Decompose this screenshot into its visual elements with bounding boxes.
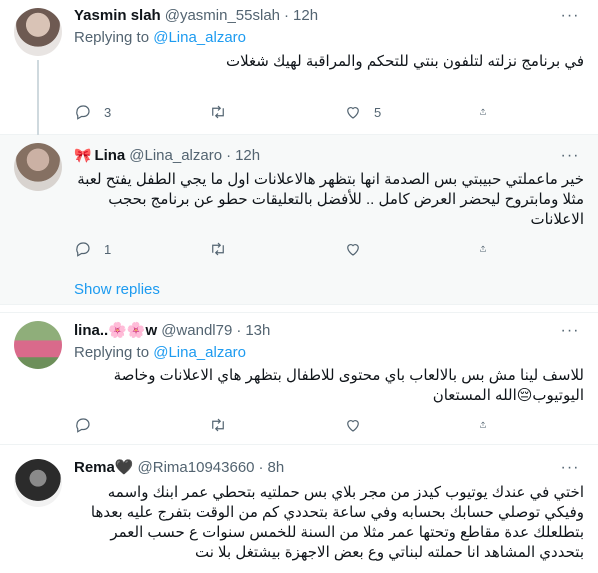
share-button[interactable] [479, 103, 499, 121]
like-count: 5 [374, 104, 382, 120]
share-button[interactable] [479, 240, 499, 258]
replying-prefix: Replying to [74, 29, 150, 46]
retweet-icon [212, 105, 224, 119]
retweet-button[interactable] [209, 240, 344, 258]
display-name[interactable]: Yasmin slah [74, 7, 161, 24]
tweet-header: Rema🖤 @Rima10943660 · 8h [74, 457, 284, 477]
tweet-yasmin[interactable]: Yasmin slah @yasmin_55slah · 12h ··· Rep… [0, 0, 598, 135]
like-button[interactable]: 5 [344, 103, 479, 121]
tweet-actions: 1 [74, 239, 504, 259]
retweet-icon [212, 418, 224, 432]
reply-icon [76, 105, 90, 120]
display-name[interactable]: Rema🖤 [74, 458, 134, 476]
share-icon [480, 108, 486, 115]
user-handle[interactable]: @yasmin_55slah [165, 7, 280, 24]
like-button[interactable] [344, 240, 479, 258]
mention-link[interactable]: @Lina_alzaro [153, 29, 246, 46]
more-icon[interactable]: ··· [560, 323, 580, 345]
like-button[interactable] [344, 416, 479, 434]
show-replies-link[interactable]: Show replies [74, 280, 160, 300]
retweet-button[interactable] [209, 103, 344, 121]
reply-icon [76, 242, 90, 257]
reply-button[interactable]: 3 [74, 103, 209, 121]
avatar-rema[interactable] [14, 459, 62, 507]
display-name[interactable]: Lina [94, 147, 125, 164]
timestamp[interactable]: 8h [268, 459, 285, 476]
tweet-text: للاسف لينا مش بس بالالعاب باي محتوى للاط… [113, 367, 584, 404]
user-handle[interactable]: @Rima10943660 [138, 459, 255, 476]
tweet-text: خير ماعملتي حبيبتي بس الصدمة انها بتظهر … [77, 171, 584, 228]
user-handle[interactable]: @wandl79 [161, 322, 232, 339]
reply-icon [76, 418, 90, 433]
mention-link[interactable]: @Lina_alzaro [153, 344, 246, 361]
like-icon [347, 244, 359, 256]
separator-dot: · [226, 146, 232, 164]
tweet-actions: 3 5 [74, 102, 504, 122]
tweet-header: lina..🌸🌸w @wandl79 · 13h [74, 320, 270, 340]
tweet-rema[interactable]: Rema🖤 @Rima10943660 · 8h ··· اختي في عند… [0, 445, 598, 573]
like-icon [347, 107, 359, 119]
more-icon[interactable]: ··· [560, 148, 580, 170]
more-icon[interactable]: ··· [560, 8, 580, 30]
reply-button[interactable]: 1 [74, 240, 209, 258]
tweet-text: اختي في عندك يوتيوب كيدز من مجر بلاي بس … [90, 484, 584, 561]
replying-prefix: Replying to [74, 344, 150, 361]
like-icon [347, 420, 359, 432]
share-icon [480, 421, 486, 428]
share-icon [480, 245, 486, 252]
separator-dot: · [284, 6, 290, 24]
separator-dot: · [258, 458, 264, 476]
retweet-button[interactable] [209, 416, 344, 434]
replying-to: Replying to @Lina_alzaro [74, 28, 246, 48]
user-handle[interactable]: @Lina_alzaro [129, 147, 222, 164]
timestamp[interactable]: 13h [245, 322, 270, 339]
more-icon[interactable]: ··· [560, 460, 580, 482]
retweet-icon [212, 242, 224, 256]
timestamp[interactable]: 12h [235, 147, 260, 164]
avatar-lina[interactable] [14, 143, 62, 191]
reply-button[interactable] [74, 416, 209, 434]
bow-badge: 🎀 [74, 146, 92, 163]
separator-dot: · [236, 321, 242, 339]
timestamp[interactable]: 12h [293, 7, 318, 24]
reply-count: 1 [104, 241, 112, 257]
share-button[interactable] [479, 416, 499, 434]
thread-line [37, 60, 39, 135]
tweet-header: 🎀 Lina @Lina_alzaro · 12h [74, 145, 260, 165]
avatar-wandl[interactable] [14, 321, 62, 369]
reply-count: 3 [104, 104, 112, 120]
tweet-text: في برنامج نزلته لتلفون بنتي للتحكم والمر… [225, 53, 584, 70]
tweet-header: Yasmin slah @yasmin_55slah · 12h [74, 5, 318, 25]
display-name[interactable]: lina..🌸🌸w [74, 321, 157, 339]
avatar-yasmin[interactable] [14, 8, 62, 56]
tweet-wandl[interactable]: lina..🌸🌸w @wandl79 · 13h ··· Replying to… [0, 312, 598, 445]
tweet-actions [74, 415, 504, 435]
replying-to: Replying to @Lina_alzaro [74, 343, 246, 363]
